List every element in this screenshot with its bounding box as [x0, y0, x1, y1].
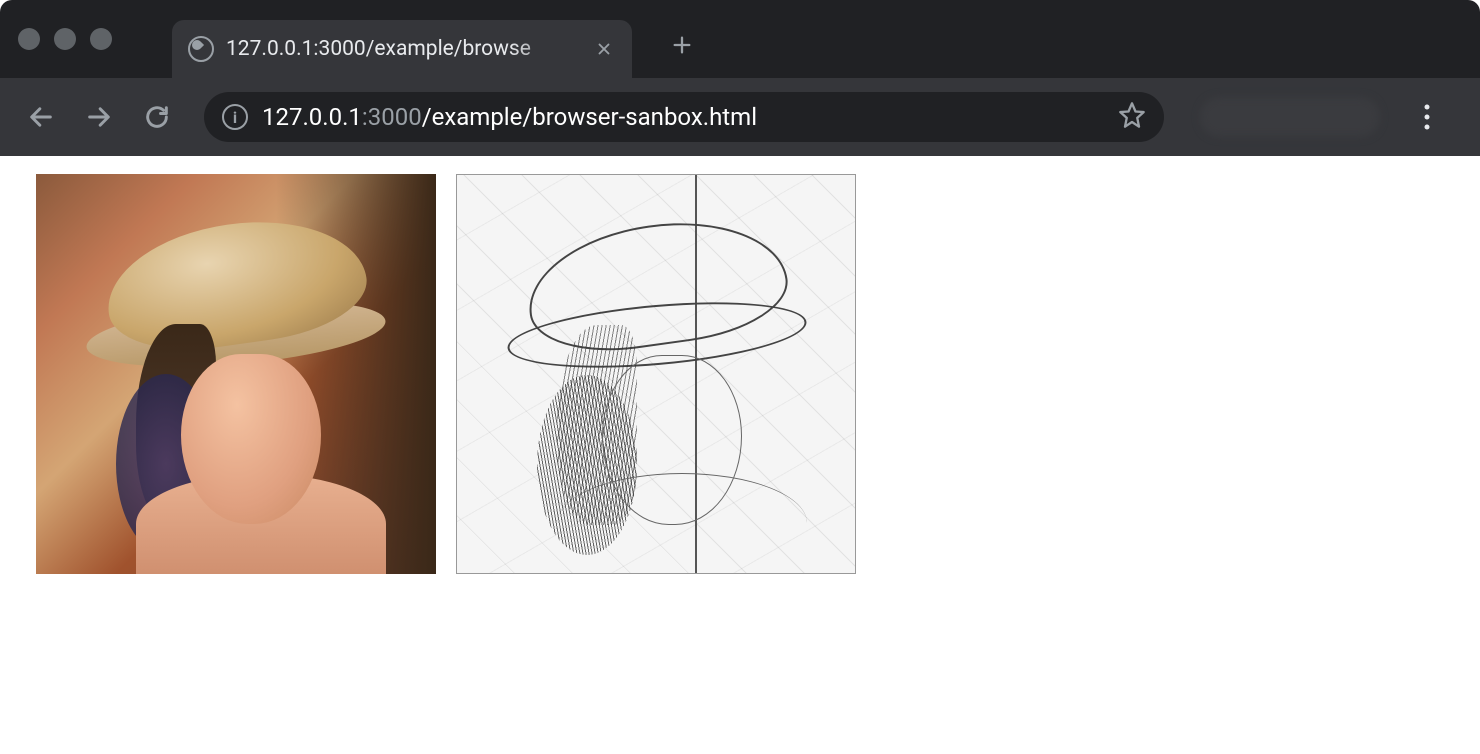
original-image [36, 174, 436, 574]
url-port: :3000 [362, 103, 422, 131]
page-content [0, 156, 1480, 592]
back-button[interactable] [20, 96, 62, 138]
url-host: 127.0.0.1 [262, 103, 362, 131]
plus-icon [671, 34, 693, 56]
forward-arrow-icon [85, 103, 113, 131]
browser-window: 127.0.0.1:3000/example/browse i 127.0.0.… [0, 0, 1480, 156]
browser-menu-button[interactable] [1406, 96, 1448, 138]
extensions-area-blurred [1200, 97, 1380, 137]
forward-button[interactable] [78, 96, 120, 138]
kebab-menu-icon [1424, 104, 1430, 130]
window-minimize-button[interactable] [54, 28, 76, 50]
star-icon [1118, 101, 1146, 129]
url-path: /example/browser-sanbox.html [422, 103, 757, 131]
browser-toolbar: i 127.0.0.1:3000/example/browser-sanbox.… [0, 78, 1480, 156]
window-close-button[interactable] [18, 28, 40, 50]
close-icon [595, 40, 613, 58]
site-info-button[interactable]: i [222, 104, 248, 130]
address-bar[interactable]: i 127.0.0.1:3000/example/browser-sanbox.… [204, 92, 1164, 142]
tab-bar: 127.0.0.1:3000/example/browse [0, 0, 1480, 78]
globe-icon [188, 36, 214, 62]
info-icon: i [233, 108, 237, 127]
new-tab-button[interactable] [662, 25, 702, 65]
sketch-image [456, 174, 856, 574]
url-display[interactable]: 127.0.0.1:3000/example/browser-sanbox.ht… [262, 103, 1104, 131]
reload-icon [143, 103, 171, 131]
sketch-graphic [457, 175, 855, 573]
window-controls [18, 28, 112, 50]
browser-tab[interactable]: 127.0.0.1:3000/example/browse [172, 20, 632, 78]
close-tab-button[interactable] [592, 37, 616, 61]
tab-title: 127.0.0.1:3000/example/browse [226, 37, 580, 61]
portrait-graphic [36, 174, 436, 574]
window-maximize-button[interactable] [90, 28, 112, 50]
reload-button[interactable] [136, 96, 178, 138]
back-arrow-icon [27, 103, 55, 131]
bookmark-button[interactable] [1118, 101, 1146, 133]
